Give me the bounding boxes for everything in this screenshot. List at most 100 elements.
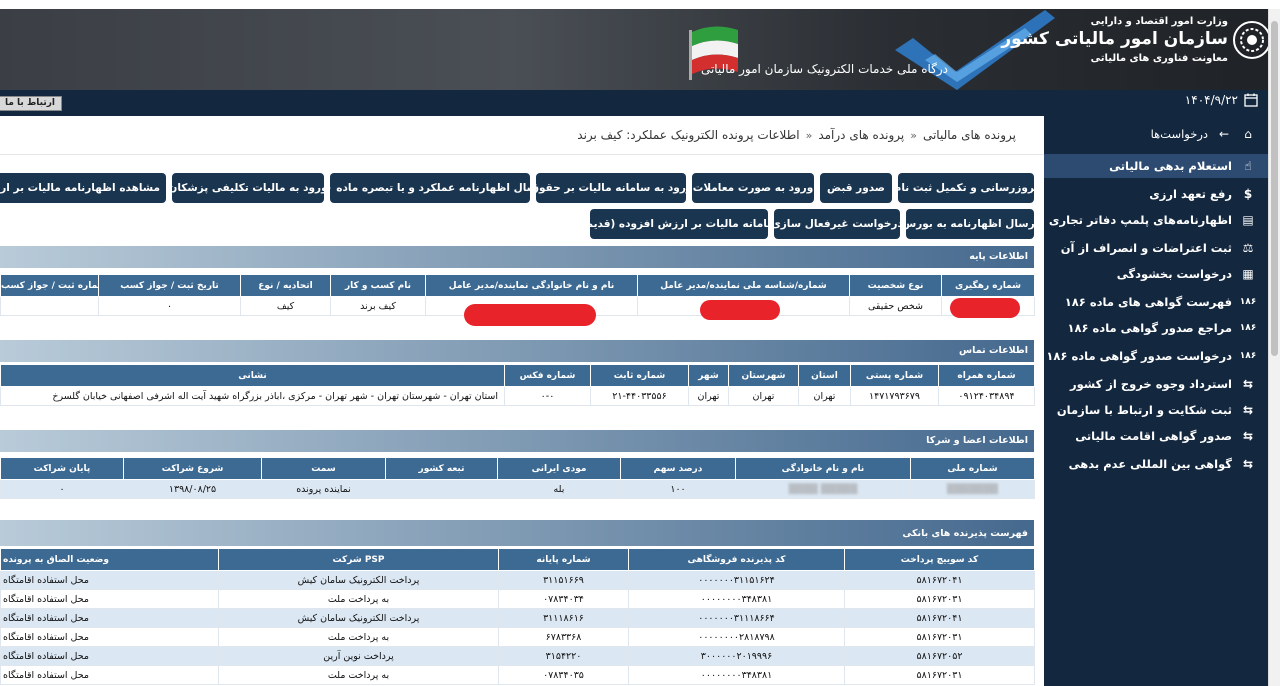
org-seal-icon (1233, 21, 1271, 59)
col-psp-company: شرکت PSP (218, 548, 499, 571)
cell-terminal-number: ۳۱۱۵۱۶۶۹ (498, 570, 629, 590)
sidebar-item-label: اظهارنامه‌های پلمپ دفاتر تجاری (1048, 213, 1232, 227)
cell-switch-code: ۵۸۱۶۷۲۰۳۱ (844, 589, 1035, 609)
cell-entity-type: شخص حقیقی (849, 296, 942, 316)
scrollbar-thumb[interactable] (1271, 21, 1278, 356)
sidebar: ۱۴۰۴/۹/۲۲ درخواست‌ها ← ⌂ استعلام بدهی ما… (1044, 90, 1268, 686)
salary-tax-button[interactable]: ورود به سامانه مالیات بر حقوق (536, 173, 686, 203)
blurred-text: ▒▒▒▒▒▒▒ (946, 483, 999, 495)
deputy-name: معاونت فناوری های مالیاتی (1090, 53, 1228, 64)
col-iranian-taxpayer: مودی ایرانی (497, 457, 621, 480)
table-header-row: شماره ثبت / جواز کسب تاریخ ثبت / جواز کس… (0, 274, 1035, 297)
issue-bill-button[interactable]: صدور قبض (820, 173, 892, 203)
cell-union-type: کیف (240, 296, 331, 316)
cell-iranian-taxpayer: بله (497, 479, 621, 499)
col-entity-type: نوع شخصیت (849, 274, 942, 297)
bank-acceptors-header: فهرست پذیرنده های بانکی (0, 520, 1034, 546)
cell-psp-company: پرداخت الکترونیک سامان کیش (218, 608, 499, 628)
sidebar-item-186-request[interactable]: درخواست صدور گواهی ماده ۱۸۶ ۱۸۶ (1044, 344, 1268, 368)
site-header: وزارت امور اقتصاد و دارایی سازمان امور م… (0, 0, 1280, 90)
stock-declaration-button[interactable]: ارسال اظهارنامه به بورس (906, 209, 1034, 239)
sidebar-item-ledger-declarations[interactable]: اظهارنامه‌های پلمپ دفاتر تجاری ▤ (1044, 208, 1268, 232)
transactions-entry-button[interactable]: ورود به صورت معاملات (692, 173, 814, 203)
col-position: سمت (261, 457, 386, 480)
org-name: سازمان امور مالیاتی کشور (1001, 29, 1228, 49)
sidebar-item-currency-commitment[interactable]: رفع تعهد ارزی $ (1044, 182, 1268, 206)
date-display: ۱۴۰۴/۹/۲۲ (1185, 93, 1258, 107)
cell-switch-code: ۵۸۱۶۷۲۰۵۲ (844, 646, 1035, 666)
cell-switch-code: ۵۸۱۶۷۲۰۳۱ (844, 665, 1035, 685)
breadcrumb-divider (0, 154, 1044, 155)
main-content: پرونده های مالیاتی « پرونده های درآمد « … (0, 116, 1044, 686)
col-city: شهر (688, 364, 729, 387)
sidebar-item-forgiveness-request[interactable]: درخواست بخشودگی ▦ (1044, 262, 1268, 286)
table-row: محل استفاده اقامتگاه به پرداخت ملت ۰۷۸۳۴… (0, 589, 1035, 609)
cell-national-id: ▒▒▒▒▒▒▒ (910, 479, 1035, 499)
dollar-icon: $ (1243, 187, 1253, 201)
cell-psp-company: به پرداخت ملت (218, 627, 499, 647)
cell-partnership-start: ۱۳۹۸/۰۸/۲۵ (123, 479, 262, 499)
update-registration-button[interactable]: بروزرسانی و تکمیل ثبت نام (898, 173, 1034, 203)
cell-fax: ۰-۰ (504, 386, 591, 406)
sidebar-item-label: استعلام بدهی مالیاتی (1109, 159, 1232, 173)
sidebar-item-label: رفع تعهد ارزی (1149, 187, 1232, 201)
sidebar-item-186-list[interactable]: فهرست گواهی های ماده ۱۸۶ ۱۸۶ (1044, 290, 1268, 314)
col-province: استان (798, 364, 851, 387)
transfer-icon: ⇆ (1242, 429, 1254, 443)
col-switch-code: کد سوییچ پرداخت (844, 548, 1035, 571)
col-reg-date-permit: تاریخ ثبت / جواز کسب (98, 274, 241, 297)
old-vat-system-button[interactable]: سامانه مالیات بر ارزش افزوده (قدیم) (590, 209, 768, 239)
col-rep-name: نام و نام خانوادگی نماینده/مدیر عامل (425, 274, 638, 297)
cell-city: تهران (688, 386, 729, 406)
breadcrumb-separator: « (805, 128, 813, 142)
sidebar-item-exit-refund[interactable]: استرداد وجوه خروج از کشور ⇆ (1044, 372, 1268, 396)
cell-business-name: کیف برند (330, 296, 426, 316)
sidebar-item-label: درخواست صدور گواهی ماده ۱۸۶ (1046, 349, 1232, 363)
table-row: محل استفاده اقامتگاه به پرداخت ملت ۰۷۸۳۴… (0, 665, 1035, 685)
redaction-mark (700, 300, 780, 320)
cell-file-status: محل استفاده اقامتگاه (0, 608, 219, 628)
cell-postal-code: ۱۴۷۱۷۹۳۶۷۹ (850, 386, 939, 406)
breadcrumb-tax-files[interactable]: پرونده های مالیاتی (923, 128, 1016, 142)
cell-switch-code: ۵۸۱۶۷۲۰۴۱ (844, 570, 1035, 590)
sidebar-item-label: ثبت اعتراضات و انصراف از آن (1060, 241, 1232, 255)
page-scrollbar[interactable] (1268, 9, 1280, 686)
table-row: ۰ ۱۳۹۸/۰۸/۲۵ نماینده پرونده بله ۱۰۰ ▒▒▒▒… (0, 479, 1035, 499)
col-merchant-code: کد پذیرنده فروشگاهی (628, 548, 845, 571)
sidebar-item-objections[interactable]: ثبت اعتراضات و انصراف از آن ⚖ (1044, 236, 1268, 260)
col-full-name: نام و نام خانوادگی (735, 457, 911, 480)
sidebar-item-residency-certificate[interactable]: صدور گواهی اقامت مالیاتی ⇆ (1044, 424, 1268, 448)
doctors-tax-button[interactable]: ورود به مالیات تکلیفی پزشکان (172, 173, 324, 203)
cell-file-status: محل استفاده اقامتگاه (0, 570, 219, 590)
sidebar-item-label: استرداد وجوه خروج از کشور (1070, 377, 1232, 391)
table-row: محل استفاده اقامتگاه پرداخت الکترونیک سا… (0, 570, 1035, 590)
186-icon: ۱۸۶ (1239, 351, 1257, 361)
arrow-right-icon: ← (1218, 127, 1230, 141)
sidebar-item-international-no-debt[interactable]: گواهی بین المللی عدم بدهی ⇆ (1044, 452, 1268, 476)
contact-info-table: نشانی شماره فکس شماره ثابت شهر شهرستان ا… (0, 364, 1035, 406)
col-postal-code: شماره پستی (850, 364, 939, 387)
calendar-icon (1244, 93, 1258, 107)
breadcrumb-income-files[interactable]: پرونده های درآمد (818, 128, 904, 142)
cell-address: استان تهران - شهرستان تهران - شهر تهران … (0, 386, 505, 406)
sidebar-item-tax-debt-inquiry[interactable]: استعلام بدهی مالیاتی ☝ (1044, 154, 1268, 178)
bank-acceptors-table: وضعیت الصاق به پرونده شرکت PSP شماره پای… (0, 548, 1035, 685)
cell-file-status: محل استفاده اقامتگاه (0, 646, 219, 666)
sidebar-item-label: ثبت شکایت و ارتباط با سازمان (1056, 403, 1232, 417)
sidebar-item-complaint[interactable]: ثبت شکایت و ارتباط با سازمان ⇆ (1044, 398, 1268, 422)
vat-declaration-button[interactable]: مشاهده اظهارنامه مالیات بر ارزش‌افزوده (0, 173, 166, 203)
sidebar-item-186-authorities[interactable]: مراجع صدور گواهی ماده ۱۸۶ ۱۸۶ (1044, 316, 1268, 340)
sidebar-item-label: درخواست بخشودگی (1116, 267, 1232, 281)
sidebar-back-requests[interactable]: درخواست‌ها ← ⌂ (1044, 122, 1268, 146)
col-partnership-end: پایان شراکت (0, 457, 124, 480)
contact-us-button[interactable]: ارتباط با ما (0, 96, 62, 111)
redaction-mark (464, 304, 596, 326)
cell-switch-code: ۵۸۱۶۷۲۰۴۱ (844, 608, 1035, 628)
base-info-header: اطلاعات پایه (0, 246, 1034, 268)
submit-declaration-button[interactable]: ارسال اظهارنامه عملکرد و یا تبصره ماده ۱… (330, 173, 530, 203)
document-icon: ▦ (1242, 267, 1254, 281)
col-union-type: اتحادیه / نوع (240, 274, 331, 297)
hand-coin-icon: ☝ (1244, 159, 1252, 173)
sidebar-item-label: مراجع صدور گواهی ماده ۱۸۶ (1067, 321, 1232, 335)
deactivation-request-button[interactable]: درخواست غیرفعال سازی (774, 209, 900, 239)
